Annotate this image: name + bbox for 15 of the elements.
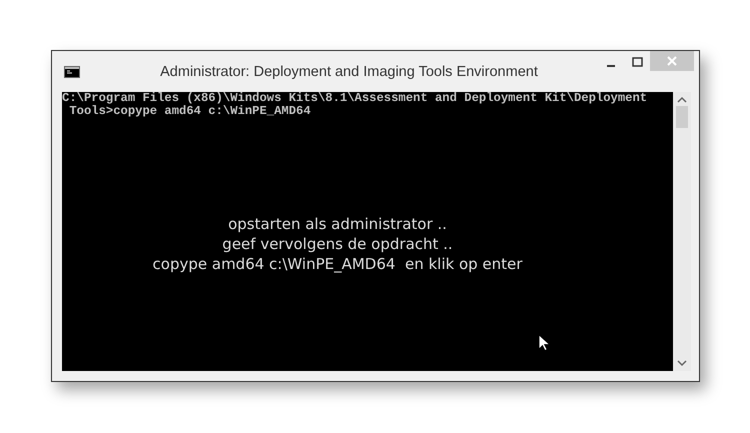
close-icon [667, 56, 677, 66]
caption-line: geef vervolgens de opdracht .. [222, 234, 453, 254]
scrollbar[interactable] [673, 92, 691, 371]
maximize-icon [632, 57, 642, 67]
minimize-icon [607, 65, 615, 67]
caption-line: opstarten als administrator .. [228, 214, 447, 234]
console-line: C:\Program Files (x86)\Windows Kits\8.1\Assessment and Deployment Kit\Deployment [62, 92, 648, 105]
mouse-pointer-icon [538, 334, 550, 352]
caption-line: copype amd64 c:\WinPE_AMD64 en klik op enter [152, 254, 522, 274]
window-title: Administrator: Deployment and Imaging Tools Environment [159, 64, 539, 80]
console-line: Tools>copype amd64 c:\WinPE_AMD64 [68, 105, 312, 118]
scroll-down-icon[interactable] [677, 359, 687, 367]
console-icon [64, 66, 80, 78]
scroll-thumb[interactable] [676, 106, 688, 128]
scroll-up-icon[interactable] [677, 96, 687, 104]
